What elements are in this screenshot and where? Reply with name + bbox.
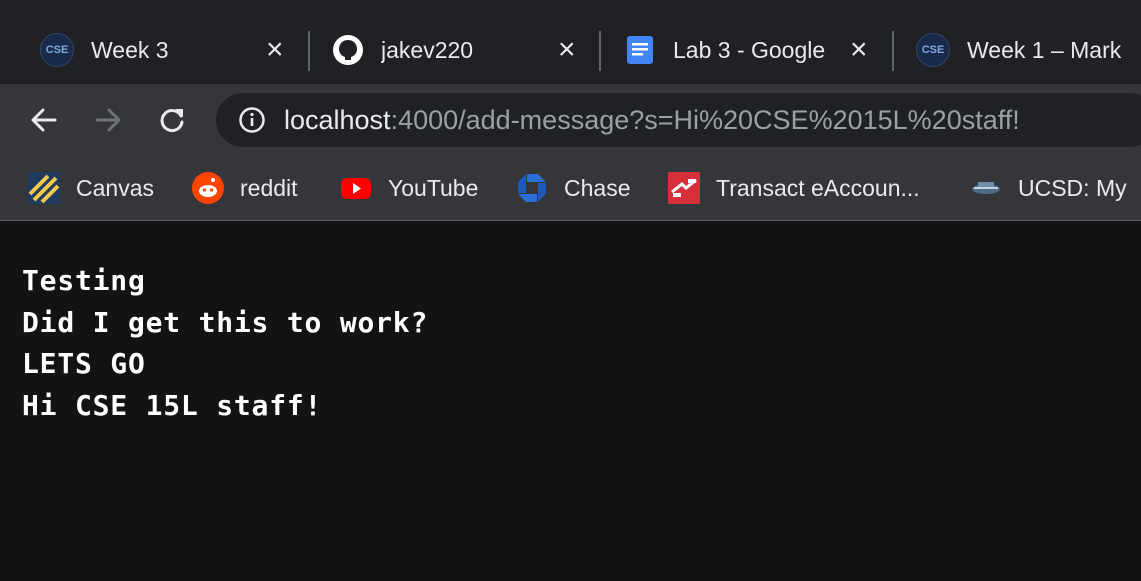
tab-title: Lab 3 - Google xyxy=(673,36,826,63)
tab-week-1-mark[interactable]: CSE Week 1 – Mark xyxy=(916,28,1141,72)
tab-separator xyxy=(892,31,894,71)
bookmark-label: Canvas xyxy=(76,174,154,201)
tab-separator xyxy=(599,31,601,71)
google-docs-icon xyxy=(624,34,656,66)
canvas-icon xyxy=(28,172,60,204)
bookmark-label: UCSD: My xyxy=(1018,174,1127,201)
transact-icon xyxy=(668,172,700,204)
address-bar[interactable]: localhost:4000/add-message?s=Hi%20CSE%20… xyxy=(216,93,1141,147)
tab-week-3[interactable]: CSE Week 3 × xyxy=(40,28,292,72)
reload-icon[interactable] xyxy=(156,104,188,136)
bookmark-label: Chase xyxy=(564,174,631,201)
tab-title: Week 3 xyxy=(91,36,169,63)
cse-icon: CSE xyxy=(40,33,74,67)
message-line: Testing xyxy=(22,264,146,297)
bookmark-ucsd[interactable]: UCSD: My xyxy=(970,170,1127,206)
bookmark-label: reddit xyxy=(240,174,298,201)
chase-icon xyxy=(516,172,548,204)
tab-title: jakev220 xyxy=(381,36,474,63)
bookmark-chase[interactable]: Chase xyxy=(516,170,630,206)
bookmark-canvas[interactable]: Canvas xyxy=(28,170,154,206)
message-line: LETS GO xyxy=(22,347,146,380)
close-icon[interactable]: × xyxy=(266,35,284,65)
url-host: localhost xyxy=(284,104,391,135)
arrow-right-icon[interactable] xyxy=(92,104,124,136)
ucsd-icon xyxy=(970,172,1002,204)
close-icon[interactable]: × xyxy=(558,35,576,65)
bookmark-label: YouTube xyxy=(388,174,479,201)
url-text[interactable]: localhost:4000/add-message?s=Hi%20CSE%20… xyxy=(284,105,1020,136)
tab-title: Week 1 – Mark xyxy=(967,36,1122,63)
tab-strip: CSE Week 3 × jakev220 × Lab 3 - Google × xyxy=(0,0,1141,84)
info-icon[interactable] xyxy=(238,106,266,134)
arrow-left-icon[interactable] xyxy=(28,104,60,136)
bookmark-transact[interactable]: Transact eAccoun... xyxy=(668,170,920,206)
bookmark-label: Transact eAccoun... xyxy=(716,174,920,201)
message-line: Did I get this to work? xyxy=(22,305,429,339)
youtube-icon xyxy=(340,172,372,204)
close-icon[interactable]: × xyxy=(850,35,868,65)
github-icon xyxy=(332,34,364,66)
url-path: :4000/add-message?s=Hi%20CSE%2015L%20sta… xyxy=(390,104,1020,135)
reddit-icon xyxy=(192,172,224,204)
tab-separator xyxy=(308,31,310,71)
tab-lab-3-google[interactable]: Lab 3 - Google × xyxy=(624,28,876,72)
tab-jakev220[interactable]: jakev220 × xyxy=(332,28,584,72)
message-list: Testing Did I get this to work? LETS GO … xyxy=(22,260,428,426)
cse-icon: CSE xyxy=(916,33,950,67)
bookmark-reddit[interactable]: reddit xyxy=(192,170,298,206)
message-line: Hi CSE 15L staff! xyxy=(22,388,323,422)
bookmark-youtube[interactable]: YouTube xyxy=(340,170,478,206)
